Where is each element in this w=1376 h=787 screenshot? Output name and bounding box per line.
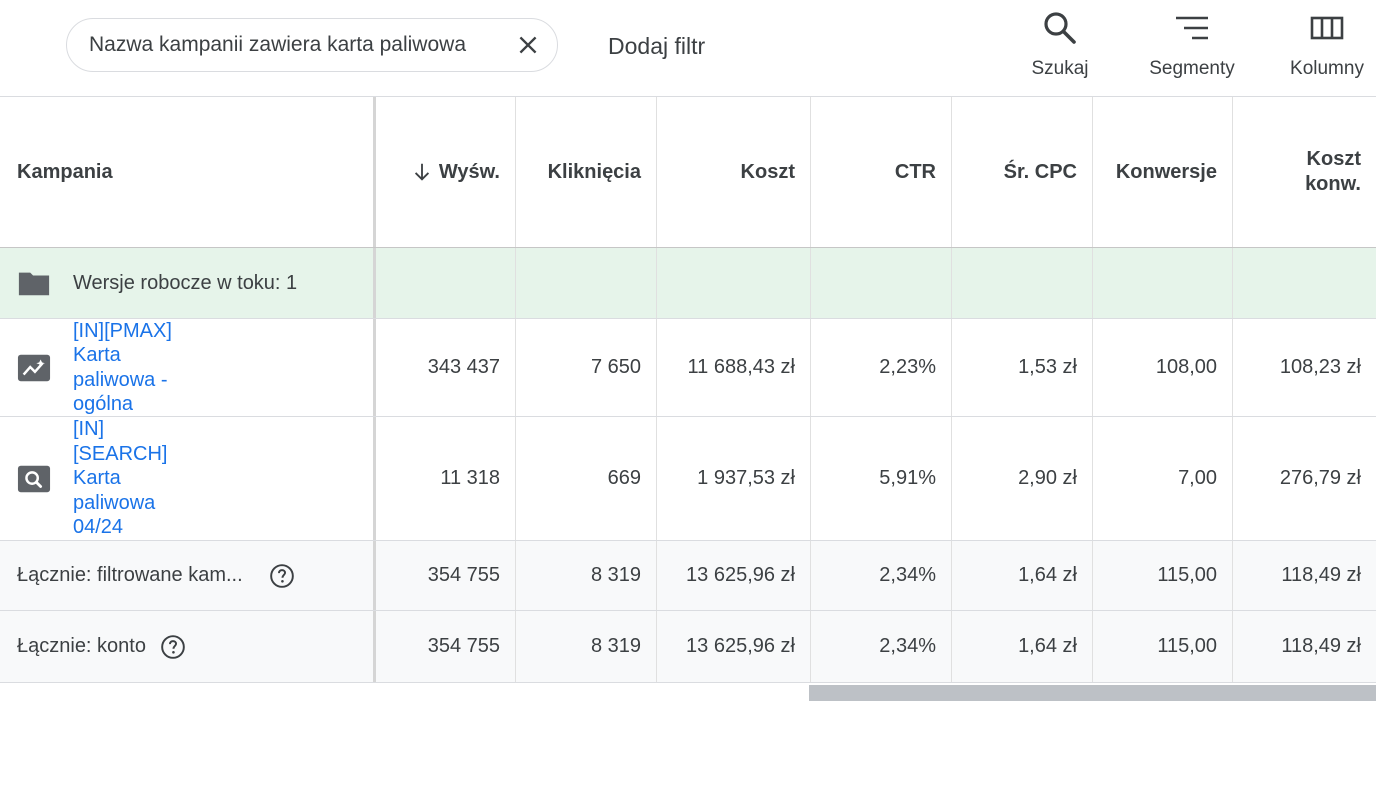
clicks-value: 669: [516, 417, 657, 540]
cost-value: 1 937,53 zł: [657, 417, 811, 540]
folder-icon: [18, 272, 50, 296]
drafts-row[interactable]: Wersje robocze w toku: 1: [0, 248, 1376, 319]
search-button[interactable]: Szukaj: [1020, 8, 1100, 80]
conversions-value: 115,00: [1093, 611, 1233, 682]
total-label-cell: Łącznie: konto: [0, 611, 376, 682]
segments-button[interactable]: Segmenty: [1138, 8, 1246, 80]
table-row: [IN] [SEARCH] Karta paliwowa 04/24 11 31…: [0, 417, 1376, 541]
conversions-value: 115,00: [1093, 541, 1233, 610]
total-label: Łącznie: konto: [17, 635, 146, 657]
campaign-link[interactable]: [IN][PMAX] Karta paliwowa - ogólna: [73, 319, 172, 417]
horizontal-scrollbar[interactable]: [809, 685, 1376, 701]
help-icon[interactable]: [269, 563, 295, 589]
filter-chip[interactable]: Nazwa kampanii zawiera karta paliwowa: [66, 18, 558, 72]
header-avg-cpc[interactable]: Śr. CPC: [952, 97, 1093, 247]
campaign-cell: [IN] [SEARCH] Karta paliwowa 04/24: [0, 417, 376, 540]
header-impressions-label: Wyśw.: [438, 160, 500, 183]
header-cost-per-conversion[interactable]: Koszt konw.: [1233, 97, 1376, 247]
drafts-cell[interactable]: Wersje robocze w toku: 1: [0, 248, 376, 318]
total-label-cell: Łącznie: filtrowane kam...: [0, 541, 376, 610]
cost-conv-value: 118,49 zł: [1281, 635, 1361, 657]
header-cost-conv-line2: konw.: [1305, 173, 1361, 195]
table-toolbar: Nazwa kampanii zawiera karta paliwowa Do…: [0, 0, 1376, 97]
cost-conv-value: 276,79 zł: [1279, 467, 1361, 489]
ctr-value: 5,91%: [811, 417, 952, 540]
header-impressions[interactable]: Wyśw.: [376, 97, 516, 247]
search-label: Szukaj: [1031, 58, 1089, 79]
table-header-row: Kampania Wyśw. Kliknięcia Koszt CTR Śr. …: [0, 97, 1376, 248]
segments-label: Segmenty: [1149, 58, 1235, 79]
campaign-cell: [IN][PMAX] Karta paliwowa - ogólna: [0, 319, 376, 416]
header-campaign[interactable]: Kampania: [0, 97, 376, 247]
table-row: [IN][PMAX] Karta paliwowa - ogólna 343 4…: [0, 319, 1376, 417]
search-icon: [1044, 12, 1076, 44]
add-filter-button[interactable]: Dodaj filtr: [608, 33, 705, 60]
conversions-value: 7,00: [1093, 417, 1233, 540]
total-label: Łącznie: filtrowane kam...: [17, 564, 243, 586]
cost-value: 13 625,96 zł: [657, 541, 811, 610]
avg-cpc-value: 1,64 zł: [952, 541, 1093, 610]
clicks-value: 8 319: [516, 541, 657, 610]
total-row-filtered: Łącznie: filtrowane kam... 354 755 8 319…: [0, 541, 1376, 611]
header-conversions[interactable]: Konwersje: [1093, 97, 1233, 247]
total-row-account: Łącznie: konto 354 755 8 319 13 625,96 z…: [0, 611, 1376, 683]
arrow-down-icon: [414, 163, 429, 181]
cost-conv-value: 118,49 zł: [1281, 564, 1361, 586]
conversions-value: 108,00: [1093, 319, 1233, 416]
close-icon[interactable]: [515, 32, 541, 58]
campaign-link[interactable]: [IN] [SEARCH] Karta paliwowa 04/24: [73, 417, 167, 540]
cost-conv-value: 108,23 zł: [1279, 356, 1361, 378]
impressions-value: 354 755: [376, 541, 516, 610]
avg-cpc-value: 2,90 zł: [952, 417, 1093, 540]
header-cost[interactable]: Koszt: [657, 97, 811, 247]
columns-label: Kolumny: [1290, 58, 1364, 79]
avg-cpc-value: 1,64 zł: [952, 611, 1093, 682]
header-cost-conv-line1: Koszt: [1306, 148, 1361, 170]
drafts-label: Wersje robocze w toku: 1: [73, 271, 298, 294]
columns-icon: [1310, 16, 1344, 40]
header-clicks[interactable]: Kliknięcia: [516, 97, 657, 247]
cost-value: 13 625,96 zł: [657, 611, 811, 682]
clicks-value: 8 319: [516, 611, 657, 682]
ctr-value: 2,34%: [811, 611, 952, 682]
impressions-value: 343 437: [376, 319, 516, 416]
filter-chip-label: Nazwa kampanii zawiera karta paliwowa: [89, 33, 466, 56]
performance-max-icon: [17, 354, 51, 381]
search-campaign-icon: [17, 465, 51, 492]
impressions-value: 11 318: [376, 417, 516, 540]
cost-value: 11 688,43 zł: [657, 319, 811, 416]
impressions-value: 354 755: [376, 611, 516, 682]
columns-button[interactable]: Kolumny: [1278, 8, 1376, 80]
clicks-value: 7 650: [516, 319, 657, 416]
segments-icon: [1176, 16, 1208, 40]
avg-cpc-value: 1,53 zł: [952, 319, 1093, 416]
ctr-value: 2,34%: [811, 541, 952, 610]
ctr-value: 2,23%: [811, 319, 952, 416]
header-ctr[interactable]: CTR: [811, 97, 952, 247]
help-icon[interactable]: [160, 634, 186, 660]
